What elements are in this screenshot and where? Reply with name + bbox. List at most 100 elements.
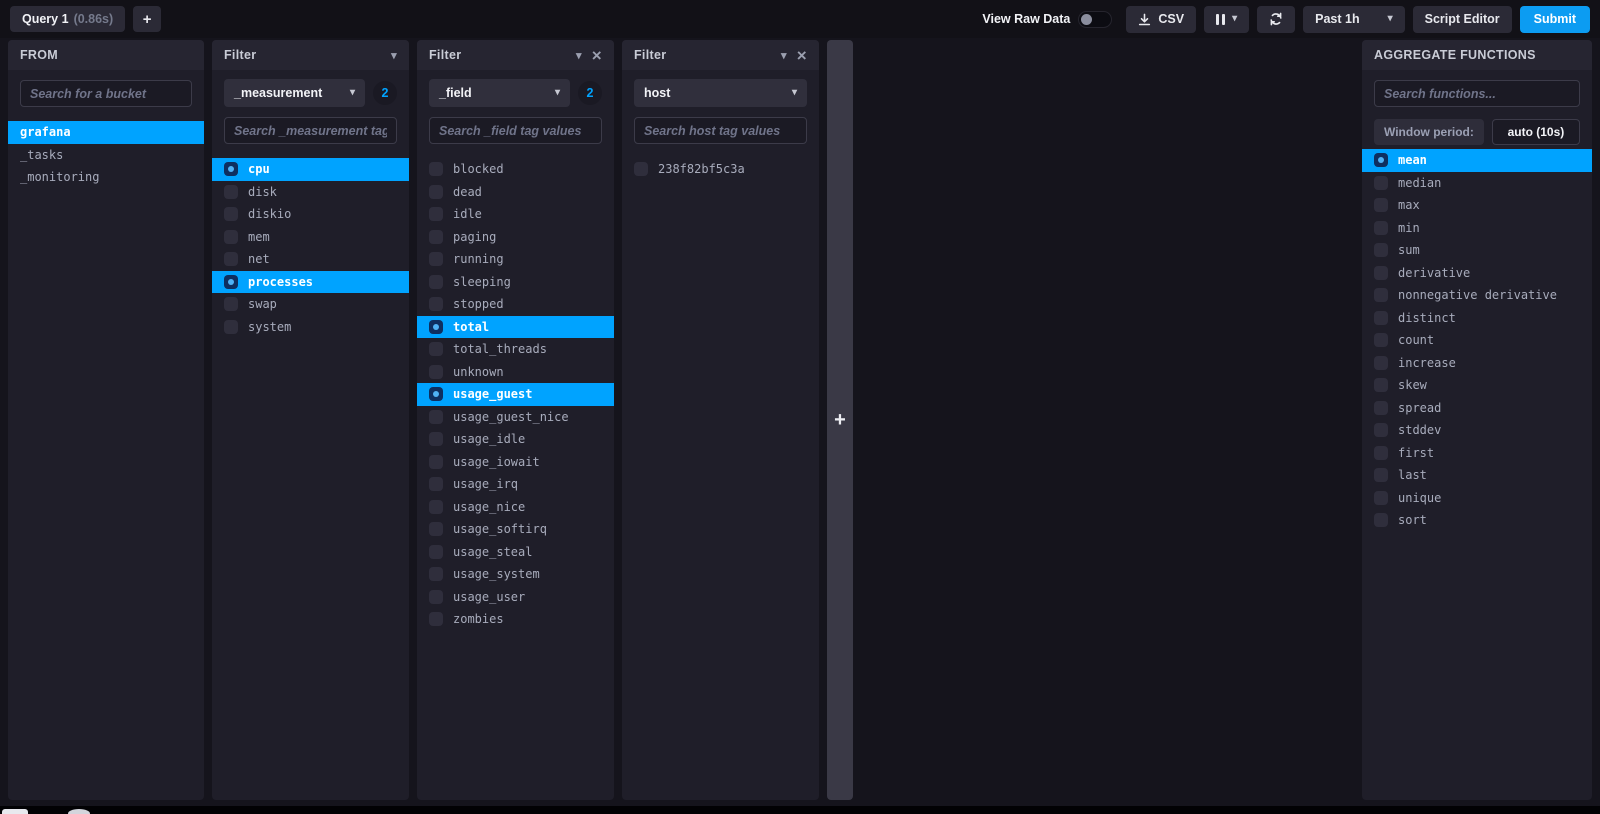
checkbox[interactable] [634,162,648,177]
list-item-usage-iowait[interactable]: usage_iowait [417,451,614,474]
list-item-min[interactable]: min [1362,217,1592,240]
checkbox[interactable] [1374,288,1388,303]
close-icon[interactable]: × [592,47,602,64]
list-item-sleeping[interactable]: sleeping [417,271,614,294]
checkbox[interactable] [429,162,443,177]
field-search-input[interactable] [429,117,602,144]
checkbox-checked[interactable] [224,274,238,289]
list-item-paging[interactable]: paging [417,226,614,249]
checkbox[interactable] [429,409,443,424]
checkbox[interactable] [429,589,443,604]
checkbox[interactable] [1374,220,1388,235]
list-item-increase[interactable]: increase [1362,352,1592,375]
checkbox[interactable] [1374,310,1388,325]
list-item-total[interactable]: total [417,315,614,338]
tag-key-dropdown[interactable]: _measurement ▾ [224,79,365,107]
list-item-usage-guest[interactable]: usage_guest [417,383,614,406]
list-item-swap[interactable]: swap [212,293,409,316]
checkbox[interactable] [429,184,443,199]
list-item-sum[interactable]: sum [1362,239,1592,262]
list-item-usage-irq[interactable]: usage_irq [417,473,614,496]
query-tab[interactable]: Query 1 (0.86s) [10,6,126,32]
list-item-blocked[interactable]: blocked [417,158,614,181]
list-item-usage-steal[interactable]: usage_steal [417,541,614,564]
list-item-stddev[interactable]: stddev [1362,419,1592,442]
list-item-system[interactable]: system [212,316,409,339]
list-item-total-threads[interactable]: total_threads [417,338,614,361]
checkbox[interactable] [224,297,238,312]
checkbox[interactable] [1374,400,1388,415]
chevron-down-icon[interactable]: ▾ [391,49,397,62]
list-item-unknown[interactable]: unknown [417,361,614,384]
checkbox[interactable] [1374,265,1388,280]
add-query-button[interactable]: + [133,6,162,32]
checkbox[interactable] [429,432,443,447]
list-item-zombies[interactable]: zombies [417,608,614,631]
checkbox[interactable] [429,229,443,244]
list-item-usage-nice[interactable]: usage_nice [417,496,614,519]
list-item-grafana[interactable]: grafana [8,121,204,144]
checkbox[interactable] [429,207,443,222]
checkbox[interactable] [429,252,443,267]
measurement-search-input[interactable] [224,117,397,144]
list-item-skew[interactable]: skew [1362,374,1592,397]
checkbox[interactable] [224,184,238,199]
list-item-usage-idle[interactable]: usage_idle [417,428,614,451]
checkbox-checked[interactable] [224,162,238,177]
checkbox[interactable] [1374,333,1388,348]
checkbox[interactable] [429,567,443,582]
checkbox-checked[interactable] [1374,153,1388,168]
list-item-distinct[interactable]: distinct [1362,307,1592,330]
tag-key-dropdown[interactable]: _field ▾ [429,79,570,107]
function-search-input[interactable] [1374,80,1580,107]
csv-download-button[interactable]: CSV [1126,5,1197,33]
list-item-nonnegative-derivative[interactable]: nonnegative derivative [1362,284,1592,307]
time-range-dropdown[interactable]: Past 1h ▾ [1303,5,1405,33]
checkbox[interactable] [224,252,238,267]
checkbox[interactable] [429,342,443,357]
pause-button[interactable]: ▾ [1204,5,1250,33]
list-item-count[interactable]: count [1362,329,1592,352]
list-item-mem[interactable]: mem [212,226,409,249]
list-item-mean[interactable]: mean [1362,149,1592,172]
checkbox[interactable] [429,477,443,492]
checkbox[interactable] [1374,198,1388,213]
checkbox[interactable] [1374,445,1388,460]
list-item-stopped[interactable]: stopped [417,293,614,316]
list-item-derivative[interactable]: derivative [1362,262,1592,285]
checkbox[interactable] [429,364,443,379]
list-item-median[interactable]: median [1362,172,1592,195]
list-item-last[interactable]: last [1362,464,1592,487]
checkbox-checked[interactable] [429,387,443,402]
checkbox[interactable] [1374,378,1388,393]
view-raw-data-toggle[interactable] [1078,10,1113,28]
checkbox[interactable] [224,229,238,244]
checkbox[interactable] [429,522,443,537]
checkbox[interactable] [1374,243,1388,258]
checkbox[interactable] [429,454,443,469]
bucket-search-input[interactable] [20,80,192,107]
list-item--monitoring[interactable]: _monitoring [8,166,204,189]
checkbox[interactable] [429,612,443,627]
checkbox[interactable] [1374,423,1388,438]
checkbox[interactable] [224,319,238,334]
checkbox[interactable] [429,297,443,312]
list-item-usage-user[interactable]: usage_user [417,586,614,609]
list-item-max[interactable]: max [1362,194,1592,217]
checkbox[interactable] [429,499,443,514]
chevron-down-icon[interactable]: ▾ [576,49,582,62]
list-item-cpu[interactable]: cpu [212,158,409,181]
checkbox[interactable] [1374,490,1388,505]
list-item-usage-system[interactable]: usage_system [417,563,614,586]
close-icon[interactable]: × [797,47,807,64]
list-item--tasks[interactable]: _tasks [8,144,204,167]
list-item-dead[interactable]: dead [417,181,614,204]
list-item-usage-guest-nice[interactable]: usage_guest_nice [417,406,614,429]
list-item-diskio[interactable]: diskio [212,203,409,226]
checkbox[interactable] [1374,513,1388,528]
list-item-processes[interactable]: processes [212,270,409,293]
checkbox[interactable] [224,207,238,222]
submit-button[interactable]: Submit [1519,5,1590,33]
add-filter-column-button[interactable]: + [827,40,853,800]
list-item-spread[interactable]: spread [1362,397,1592,420]
